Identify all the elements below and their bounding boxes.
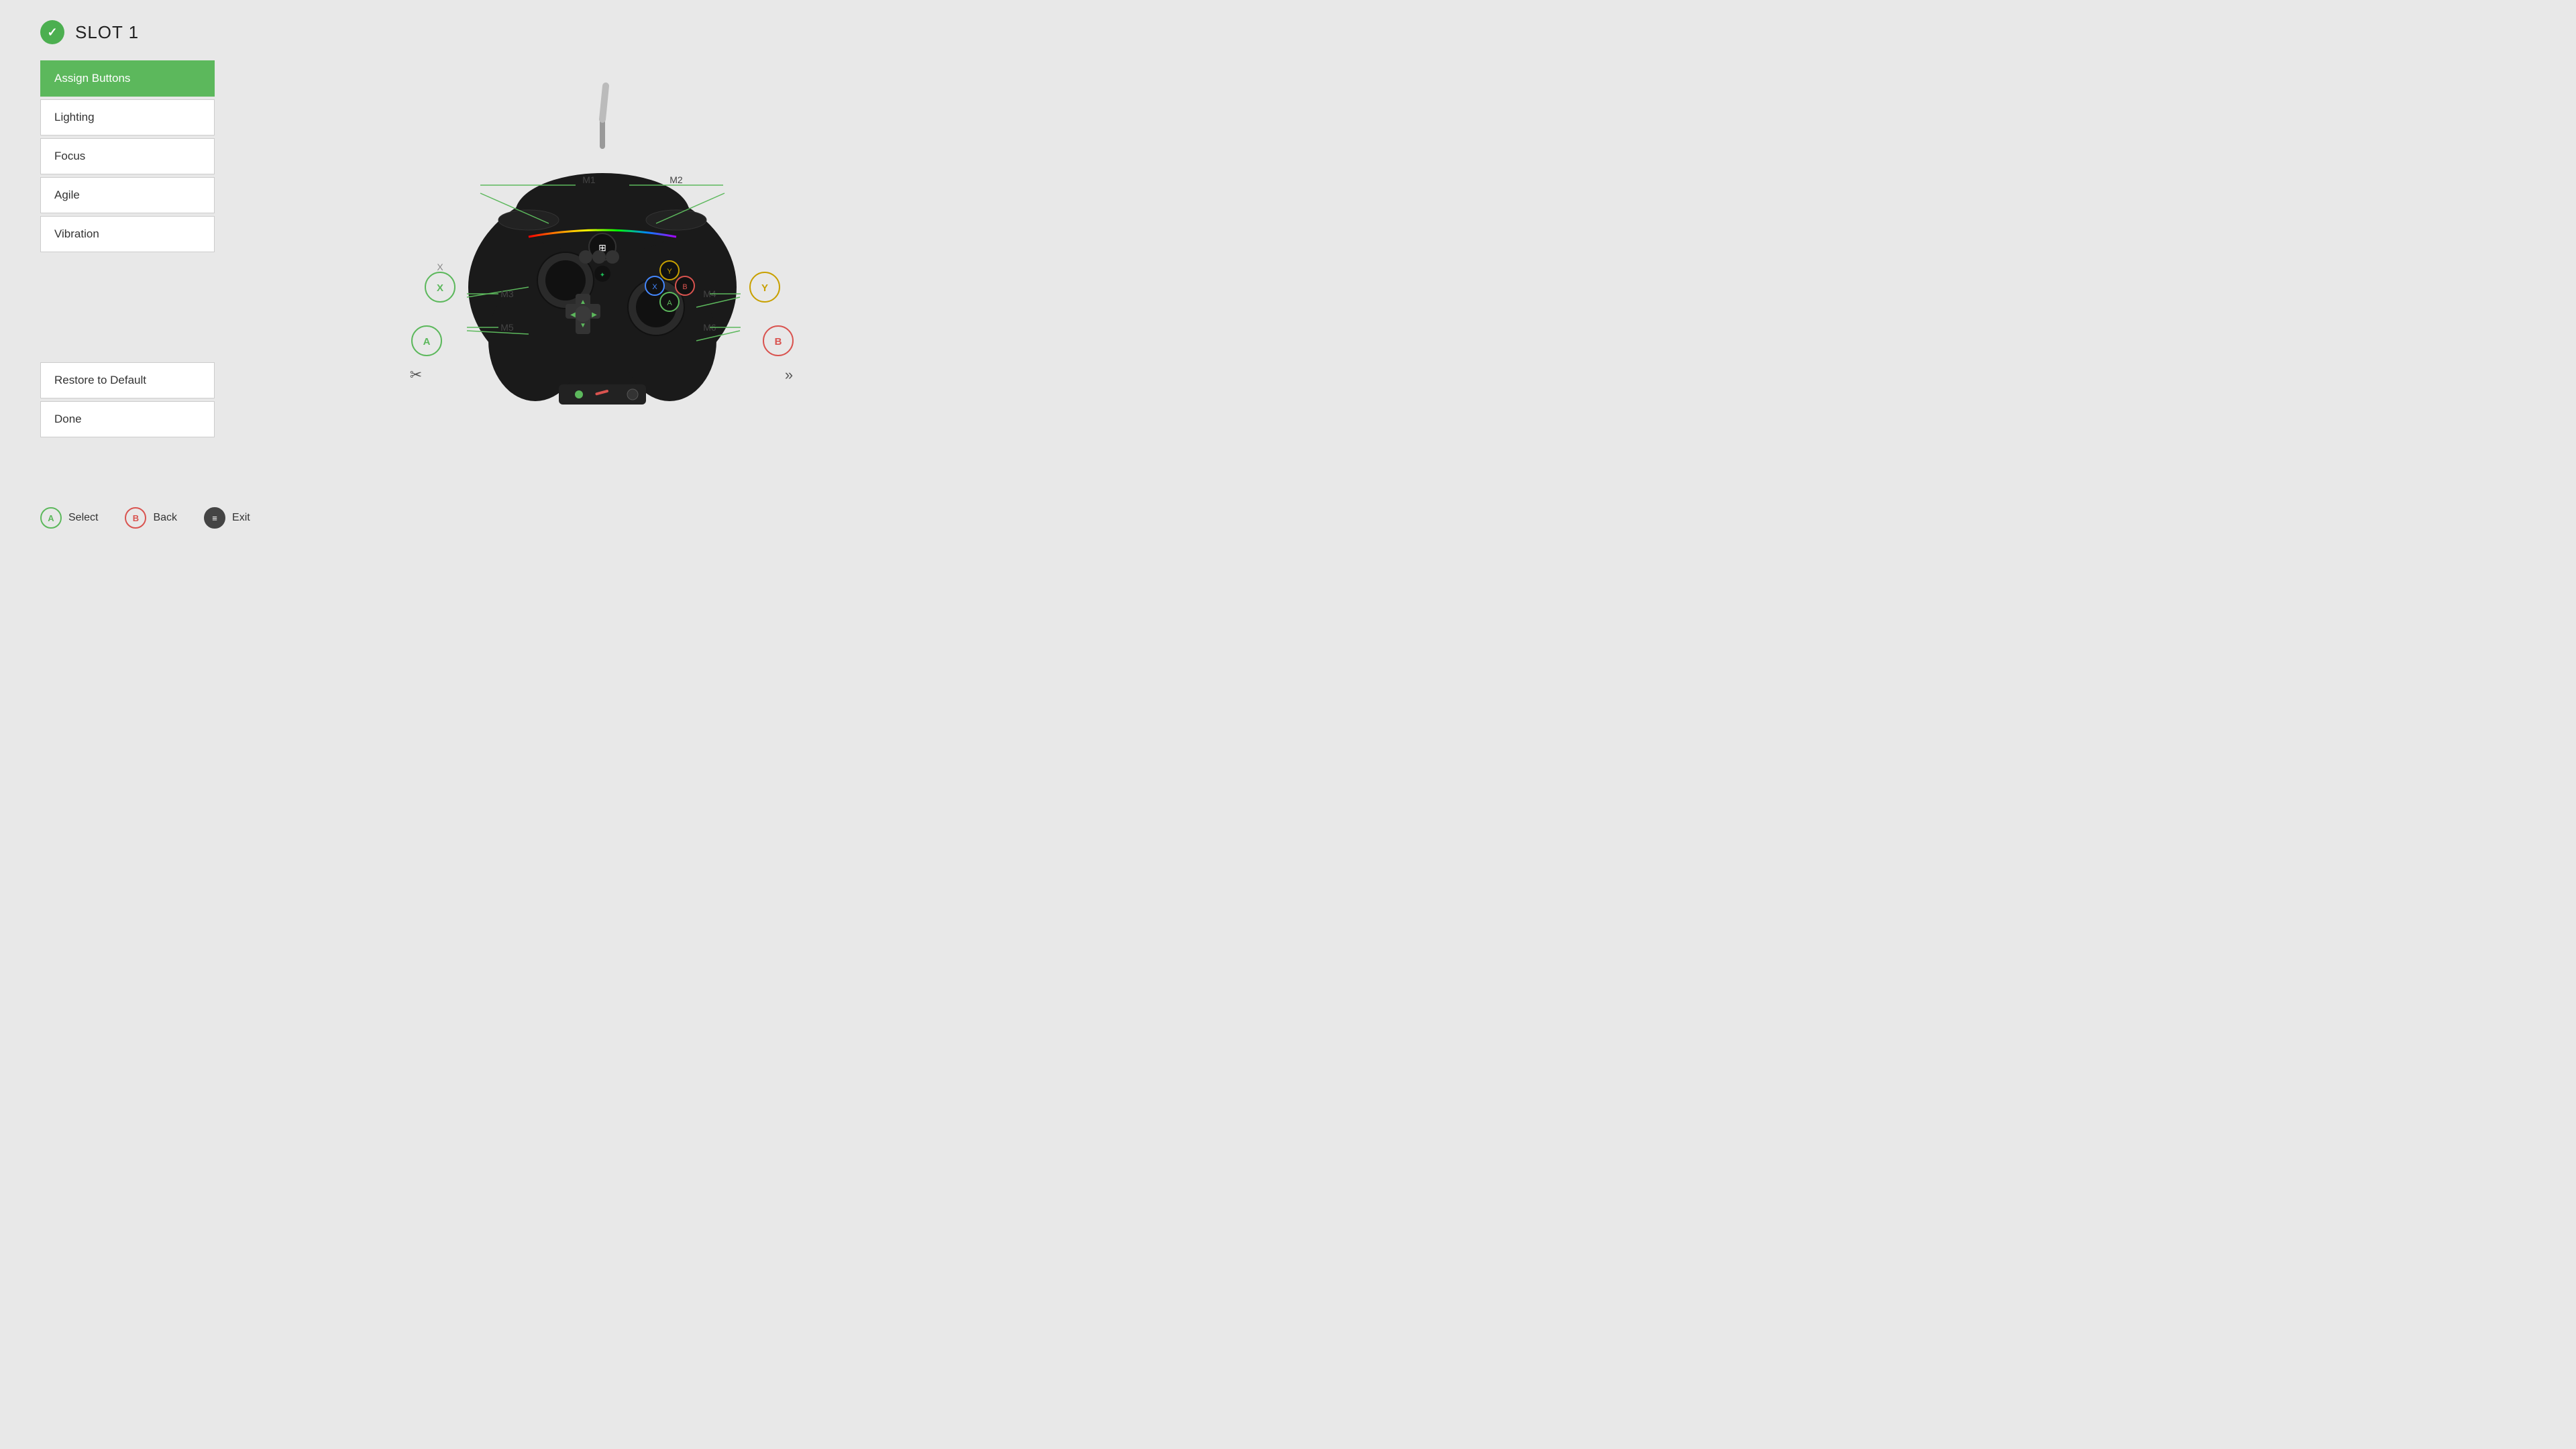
svg-text:M3: M3: [500, 288, 514, 299]
controller-diagram-svg: ⊞ ✦ ▲ ▼ ◀ ▶ Y X: [368, 79, 837, 455]
sidebar-menu: Assign Buttons Lighting Focus Agile Vibr…: [40, 60, 215, 255]
svg-text:X: X: [437, 262, 443, 272]
restore-default-button[interactable]: Restore to Default: [40, 362, 215, 398]
legend-back-label: Back: [153, 512, 177, 524]
legend-item-back: B Back: [125, 507, 177, 529]
svg-text:Y: Y: [667, 268, 672, 276]
svg-text:✂: ✂: [410, 366, 422, 383]
svg-text:»: »: [785, 366, 793, 383]
svg-text:◀: ◀: [570, 311, 576, 319]
svg-text:Y: Y: [761, 282, 768, 294]
controller-wrapper: ⊞ ✦ ▲ ▼ ◀ ▶ Y X: [368, 79, 837, 455]
svg-text:B: B: [682, 283, 687, 291]
svg-text:M2: M2: [669, 174, 683, 185]
svg-text:A: A: [423, 336, 431, 347]
svg-text:▼: ▼: [580, 322, 586, 329]
svg-text:✦: ✦: [600, 272, 605, 279]
legend-select-label: Select: [68, 512, 98, 524]
slot-check-icon: ✓: [40, 20, 64, 44]
sidebar-item-vibration[interactable]: Vibration: [40, 216, 215, 252]
sidebar-item-agile[interactable]: Agile: [40, 177, 215, 213]
svg-text:⊞: ⊞: [598, 242, 606, 253]
svg-text:M5: M5: [500, 322, 514, 333]
slot-title: SLOT 1: [75, 22, 139, 43]
svg-text:M6: M6: [703, 322, 716, 333]
svg-text:X: X: [652, 283, 657, 291]
svg-text:▶: ▶: [592, 311, 597, 319]
bottom-legend: A Select B Back ≡ Exit: [40, 507, 250, 529]
legend-a-icon: A: [40, 507, 62, 529]
legend-item-select: A Select: [40, 507, 98, 529]
header: ✓ SLOT 1: [40, 20, 139, 44]
action-buttons: Restore to Default Done: [40, 362, 215, 437]
sidebar-item-assign-buttons[interactable]: Assign Buttons: [40, 60, 215, 97]
svg-text:B: B: [775, 336, 782, 347]
svg-text:M1: M1: [582, 174, 596, 185]
sidebar-item-focus[interactable]: Focus: [40, 138, 215, 174]
svg-text:A: A: [667, 299, 672, 307]
svg-text:X: X: [437, 282, 443, 294]
legend-menu-icon: ≡: [204, 507, 225, 529]
legend-b-icon: B: [125, 507, 146, 529]
legend-exit-label: Exit: [232, 512, 250, 524]
svg-text:▲: ▲: [580, 299, 586, 306]
done-button[interactable]: Done: [40, 401, 215, 437]
controller-area: ⊞ ✦ ▲ ▼ ◀ ▶ Y X: [255, 54, 950, 480]
legend-item-exit: ≡ Exit: [204, 507, 250, 529]
sidebar-item-lighting[interactable]: Lighting: [40, 99, 215, 136]
svg-text:M4: M4: [703, 288, 716, 299]
